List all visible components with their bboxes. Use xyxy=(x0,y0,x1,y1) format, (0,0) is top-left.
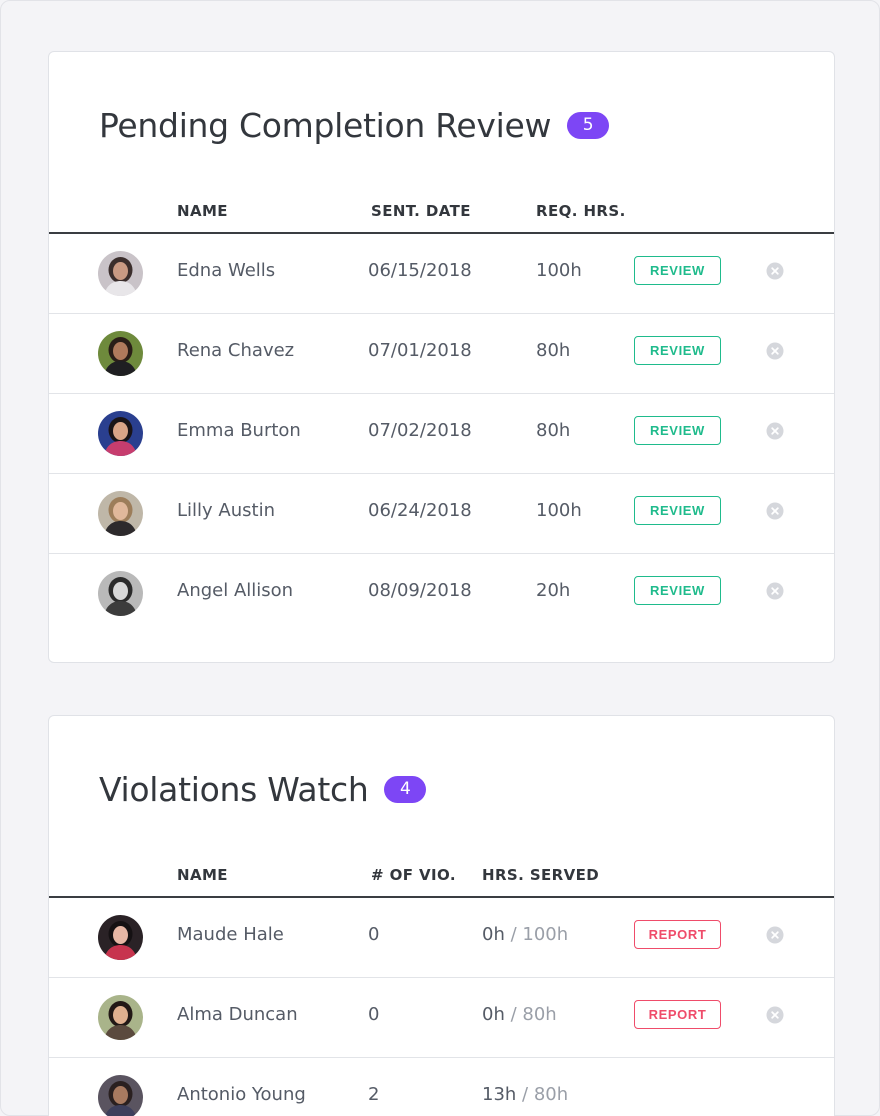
pending-table-header: NAME SENT. DATE REQ. HRS. xyxy=(49,198,834,234)
table-row: Emma Burton 07/02/2018 80h REVIEW xyxy=(49,394,834,474)
sent-date-cell: 06/15/2018 xyxy=(368,260,472,281)
column-header-violations[interactable]: # OF VIO. xyxy=(371,866,456,884)
violations-count-cell: 0 xyxy=(368,1004,380,1025)
hours-required-value: / 80h xyxy=(522,1084,569,1105)
close-circle-icon[interactable] xyxy=(766,582,784,600)
req-hours-cell: 80h xyxy=(536,340,571,361)
column-header-sent-date[interactable]: SENT. DATE xyxy=(371,202,471,220)
table-row: Edna Wells 06/15/2018 100h REVIEW xyxy=(49,234,834,314)
req-hours-cell: 80h xyxy=(536,420,571,441)
name-cell: Emma Burton xyxy=(177,420,301,441)
hours-served-value: 0h xyxy=(482,924,505,945)
hours-served-cell: 0h / 100h xyxy=(482,924,568,945)
violations-count-cell: 2 xyxy=(368,1084,380,1105)
close-circle-icon[interactable] xyxy=(766,262,784,280)
req-hours-cell: 100h xyxy=(536,500,582,521)
close-circle-icon[interactable] xyxy=(766,926,784,944)
req-hours-cell: 100h xyxy=(536,260,582,281)
sent-date-cell: 06/24/2018 xyxy=(368,500,472,521)
violations-watch-card: Violations Watch 4 NAME # OF VIO. HRS. S… xyxy=(48,715,835,1116)
hours-served-value: 0h xyxy=(482,1004,505,1025)
table-row: Lilly Austin 06/24/2018 100h REVIEW xyxy=(49,474,834,554)
pending-review-card: Pending Completion Review 5 NAME SENT. D… xyxy=(48,51,835,663)
avatar xyxy=(98,251,143,296)
hours-required-value: / 100h xyxy=(510,924,569,945)
name-cell: Rena Chavez xyxy=(177,340,295,361)
pending-review-title: Pending Completion Review xyxy=(99,105,552,145)
close-circle-icon[interactable] xyxy=(766,422,784,440)
hours-served-value: 13h xyxy=(482,1084,517,1105)
name-cell: Lilly Austin xyxy=(177,500,275,521)
violations-table-header: NAME # OF VIO. HRS. SERVED xyxy=(49,862,834,898)
pending-count-badge: 5 xyxy=(567,111,610,139)
column-header-name[interactable]: NAME xyxy=(177,202,228,220)
avatar xyxy=(98,571,143,616)
report-button[interactable]: REPORT xyxy=(634,920,721,949)
table-row: Rena Chavez 07/01/2018 80h REVIEW xyxy=(49,314,834,394)
close-circle-icon[interactable] xyxy=(766,342,784,360)
table-row: Maude Hale 0 0h / 100h REPORT xyxy=(49,898,834,978)
name-cell: Angel Allison xyxy=(177,580,294,601)
avatar xyxy=(98,331,143,376)
violations-header: Violations Watch 4 xyxy=(99,766,427,812)
column-header-req-hrs[interactable]: REQ. HRS. xyxy=(536,202,626,220)
name-cell: Maude Hale xyxy=(177,924,284,945)
sent-date-cell: 08/09/2018 xyxy=(368,580,472,601)
review-button[interactable]: REVIEW xyxy=(634,416,721,445)
column-header-name[interactable]: NAME xyxy=(177,866,228,884)
review-button[interactable]: REVIEW xyxy=(634,576,721,605)
column-header-hrs-served[interactable]: HRS. SERVED xyxy=(482,866,599,884)
table-row: Alma Duncan 0 0h / 80h REPORT xyxy=(49,978,834,1058)
violations-count-cell: 0 xyxy=(368,924,380,945)
req-hours-cell: 20h xyxy=(536,580,571,601)
violations-title: Violations Watch xyxy=(99,769,369,809)
name-cell: Edna Wells xyxy=(177,260,276,281)
violations-count-badge: 4 xyxy=(384,775,427,803)
report-button[interactable]: REPORT xyxy=(634,1000,721,1029)
violations-table-body: Maude Hale 0 0h / 100h REPORT Alma Duncan 0 0h… xyxy=(49,898,834,1116)
name-cell: Antonio Young xyxy=(177,1084,306,1105)
sent-date-cell: 07/02/2018 xyxy=(368,420,472,441)
pending-table-body: Edna Wells 06/15/2018 100h REVIEW Rena Chave… xyxy=(49,234,834,634)
hours-required-value: / 80h xyxy=(510,1004,557,1025)
review-button[interactable]: REVIEW xyxy=(634,496,721,525)
pending-review-header: Pending Completion Review 5 xyxy=(99,102,610,148)
name-cell: Alma Duncan xyxy=(177,1004,298,1025)
review-button[interactable]: REVIEW xyxy=(634,336,721,365)
avatar xyxy=(98,491,143,536)
close-circle-icon[interactable] xyxy=(766,502,784,520)
hours-served-cell: 0h / 80h xyxy=(482,1004,557,1025)
avatar xyxy=(98,995,143,1040)
table-row: Angel Allison 08/09/2018 20h REVIEW xyxy=(49,554,834,634)
avatar xyxy=(98,1075,143,1116)
table-row: Antonio Young 2 13h / 80h xyxy=(49,1058,834,1116)
review-button[interactable]: REVIEW xyxy=(634,256,721,285)
close-circle-icon[interactable] xyxy=(766,1006,784,1024)
hours-served-cell: 13h / 80h xyxy=(482,1084,568,1105)
sent-date-cell: 07/01/2018 xyxy=(368,340,472,361)
avatar xyxy=(98,915,143,960)
avatar xyxy=(98,411,143,456)
